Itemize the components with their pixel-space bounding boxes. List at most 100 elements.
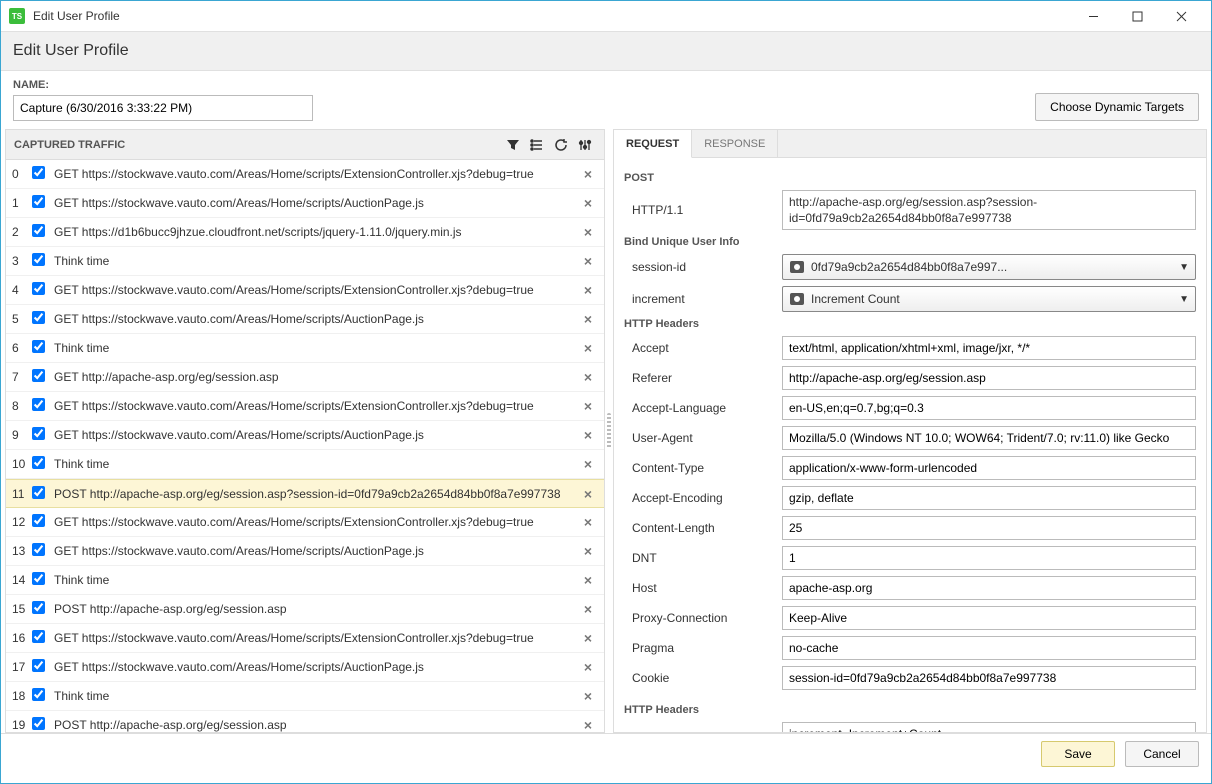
row-remove-icon[interactable]: ×: [578, 195, 598, 211]
row-checkbox[interactable]: [32, 688, 50, 704]
body-field[interactable]: [782, 722, 1196, 732]
row-checkbox[interactable]: [32, 659, 50, 675]
name-input[interactable]: [13, 95, 313, 121]
url-field[interactable]: http://apache-asp.org/eg/session.asp?ses…: [782, 190, 1196, 230]
row-checkbox[interactable]: [32, 369, 50, 385]
traffic-row[interactable]: 4GET https://stockwave.vauto.com/Areas/H…: [6, 276, 604, 305]
traffic-row[interactable]: 8GET https://stockwave.vauto.com/Areas/H…: [6, 392, 604, 421]
row-checkbox[interactable]: [32, 630, 50, 646]
header-row: Pragma: [624, 636, 1196, 660]
row-checkbox[interactable]: [32, 601, 50, 617]
row-remove-icon[interactable]: ×: [578, 224, 598, 240]
row-index: 16: [12, 631, 32, 645]
row-remove-icon[interactable]: ×: [578, 630, 598, 646]
refresh-icon[interactable]: [550, 134, 572, 156]
traffic-row[interactable]: 13GET https://stockwave.vauto.com/Areas/…: [6, 537, 604, 566]
traffic-row[interactable]: 11POST http://apache-asp.org/eg/session.…: [6, 479, 604, 508]
traffic-row[interactable]: 2GET https://d1b6bucc9jhzue.cloudfront.n…: [6, 218, 604, 247]
row-remove-icon[interactable]: ×: [578, 311, 598, 327]
row-remove-icon[interactable]: ×: [578, 514, 598, 530]
header-value-input[interactable]: [782, 366, 1196, 390]
row-remove-icon[interactable]: ×: [578, 398, 598, 414]
tab-response[interactable]: RESPONSE: [692, 130, 778, 157]
row-remove-icon[interactable]: ×: [578, 717, 598, 732]
settings-icon[interactable]: [574, 134, 596, 156]
row-checkbox[interactable]: [32, 282, 50, 298]
row-index: 12: [12, 515, 32, 529]
row-remove-icon[interactable]: ×: [578, 340, 598, 356]
row-remove-icon[interactable]: ×: [578, 572, 598, 588]
session-id-dropdown[interactable]: 0fd79a9cb2a2654d84bb0f8a7e997... ▼: [782, 254, 1196, 280]
header-value-input[interactable]: [782, 636, 1196, 660]
row-checkbox[interactable]: [32, 340, 50, 356]
header-row: Host: [624, 576, 1196, 600]
row-remove-icon[interactable]: ×: [578, 253, 598, 269]
row-checkbox[interactable]: [32, 166, 50, 182]
header-value-input[interactable]: [782, 546, 1196, 570]
row-remove-icon[interactable]: ×: [578, 486, 598, 502]
traffic-row[interactable]: 18Think time×: [6, 682, 604, 711]
row-remove-icon[interactable]: ×: [578, 427, 598, 443]
traffic-row[interactable]: 15POST http://apache-asp.org/eg/session.…: [6, 595, 604, 624]
maximize-button[interactable]: [1115, 1, 1159, 31]
header-value-input[interactable]: [782, 396, 1196, 420]
row-checkbox[interactable]: [32, 224, 50, 240]
header-key: Cookie: [624, 671, 774, 685]
row-remove-icon[interactable]: ×: [578, 659, 598, 675]
close-button[interactable]: [1159, 1, 1203, 31]
row-remove-icon[interactable]: ×: [578, 456, 598, 472]
row-remove-icon[interactable]: ×: [578, 369, 598, 385]
traffic-row[interactable]: 0GET https://stockwave.vauto.com/Areas/H…: [6, 160, 604, 189]
traffic-row[interactable]: 7GET http://apache-asp.org/eg/session.as…: [6, 363, 604, 392]
traffic-row[interactable]: 5GET https://stockwave.vauto.com/Areas/H…: [6, 305, 604, 334]
traffic-row[interactable]: 1GET https://stockwave.vauto.com/Areas/H…: [6, 189, 604, 218]
choose-dynamic-targets-button[interactable]: Choose Dynamic Targets: [1035, 93, 1199, 121]
header-value-input[interactable]: [782, 486, 1196, 510]
header-value-input[interactable]: [782, 516, 1196, 540]
row-checkbox[interactable]: [32, 456, 50, 472]
increment-label: increment: [624, 292, 774, 306]
row-checkbox[interactable]: [32, 543, 50, 559]
minimize-button[interactable]: [1071, 1, 1115, 31]
traffic-row[interactable]: 3Think time×: [6, 247, 604, 276]
increment-dropdown[interactable]: Increment Count ▼: [782, 286, 1196, 312]
traffic-row[interactable]: 6Think time×: [6, 334, 604, 363]
row-checkbox[interactable]: [32, 486, 50, 502]
list-icon[interactable]: [526, 134, 548, 156]
row-remove-icon[interactable]: ×: [578, 282, 598, 298]
row-checkbox[interactable]: [32, 195, 50, 211]
row-checkbox[interactable]: [32, 717, 50, 732]
traffic-row[interactable]: 14Think time×: [6, 566, 604, 595]
row-remove-icon[interactable]: ×: [578, 543, 598, 559]
row-index: 8: [12, 399, 32, 413]
traffic-row[interactable]: 9GET https://stockwave.vauto.com/Areas/H…: [6, 421, 604, 450]
traffic-row[interactable]: 19POST http://apache-asp.org/eg/session.…: [6, 711, 604, 732]
row-checkbox[interactable]: [32, 398, 50, 414]
header-value-input[interactable]: [782, 666, 1196, 690]
row-checkbox[interactable]: [32, 427, 50, 443]
row-remove-icon[interactable]: ×: [578, 166, 598, 182]
filter-icon[interactable]: [502, 134, 524, 156]
row-index: 1: [12, 196, 32, 210]
traffic-list[interactable]: 0GET https://stockwave.vauto.com/Areas/H…: [6, 160, 604, 732]
header-value-input[interactable]: [782, 336, 1196, 360]
row-index: 4: [12, 283, 32, 297]
header-value-input[interactable]: [782, 576, 1196, 600]
header-value-input[interactable]: [782, 426, 1196, 450]
tab-request[interactable]: REQUEST: [614, 130, 692, 158]
traffic-row[interactable]: 12GET https://stockwave.vauto.com/Areas/…: [6, 508, 604, 537]
header-value-input[interactable]: [782, 456, 1196, 480]
traffic-row[interactable]: 17GET https://stockwave.vauto.com/Areas/…: [6, 653, 604, 682]
header-value-input[interactable]: [782, 606, 1196, 630]
cancel-button[interactable]: Cancel: [1125, 741, 1199, 767]
traffic-row[interactable]: 10Think time×: [6, 450, 604, 479]
row-checkbox[interactable]: [32, 572, 50, 588]
splitter[interactable]: [605, 129, 613, 733]
traffic-row[interactable]: 16GET https://stockwave.vauto.com/Areas/…: [6, 624, 604, 653]
row-checkbox[interactable]: [32, 253, 50, 269]
row-checkbox[interactable]: [32, 311, 50, 327]
row-checkbox[interactable]: [32, 514, 50, 530]
row-remove-icon[interactable]: ×: [578, 688, 598, 704]
save-button[interactable]: Save: [1041, 741, 1115, 767]
row-remove-icon[interactable]: ×: [578, 601, 598, 617]
